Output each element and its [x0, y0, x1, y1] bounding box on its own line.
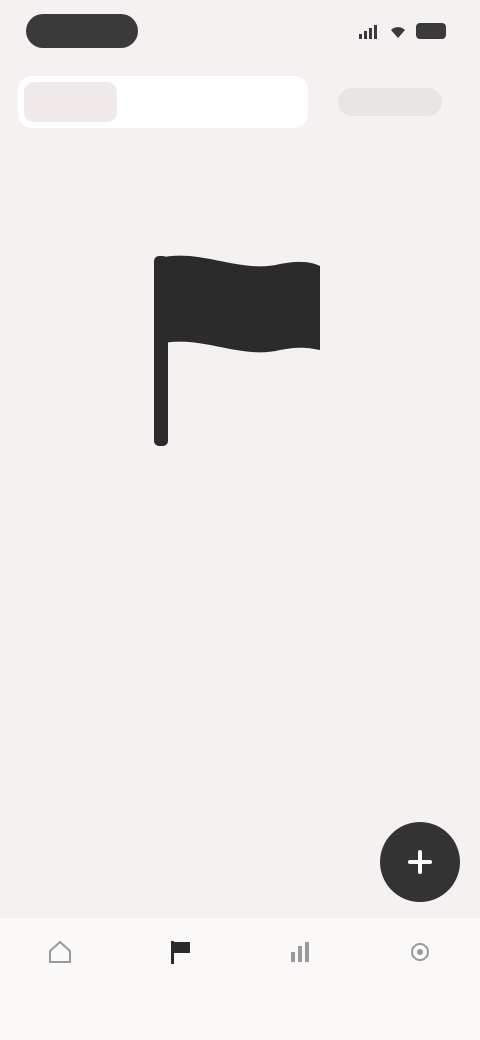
nav-item-home[interactable]	[15, 938, 105, 974]
status-bar	[0, 0, 480, 64]
header	[0, 68, 480, 138]
plus-icon	[408, 850, 432, 874]
stats-icon	[291, 942, 309, 962]
flag-icon	[154, 255, 320, 446]
tab-1[interactable]	[24, 82, 117, 122]
tab-2[interactable]	[117, 82, 210, 122]
app-screen	[0, 0, 480, 1040]
bottom-nav	[0, 918, 480, 1040]
battery-icon	[416, 23, 446, 39]
nav-item-flags[interactable]	[135, 938, 225, 974]
view-segmented-control	[18, 76, 308, 128]
nav-item-settings[interactable]	[375, 938, 465, 974]
status-icons	[358, 20, 446, 42]
signal-icon	[359, 25, 377, 39]
settings-icon	[411, 943, 429, 961]
flag-icon	[171, 941, 190, 964]
nav-item-stats[interactable]	[255, 938, 345, 974]
home-icon	[49, 940, 71, 963]
add-fab-button[interactable]	[380, 822, 460, 902]
header-action-button[interactable]	[338, 88, 442, 116]
tab-3[interactable]	[209, 82, 302, 122]
empty-state	[0, 230, 480, 492]
wifi-icon	[391, 27, 405, 38]
status-time	[26, 14, 138, 48]
